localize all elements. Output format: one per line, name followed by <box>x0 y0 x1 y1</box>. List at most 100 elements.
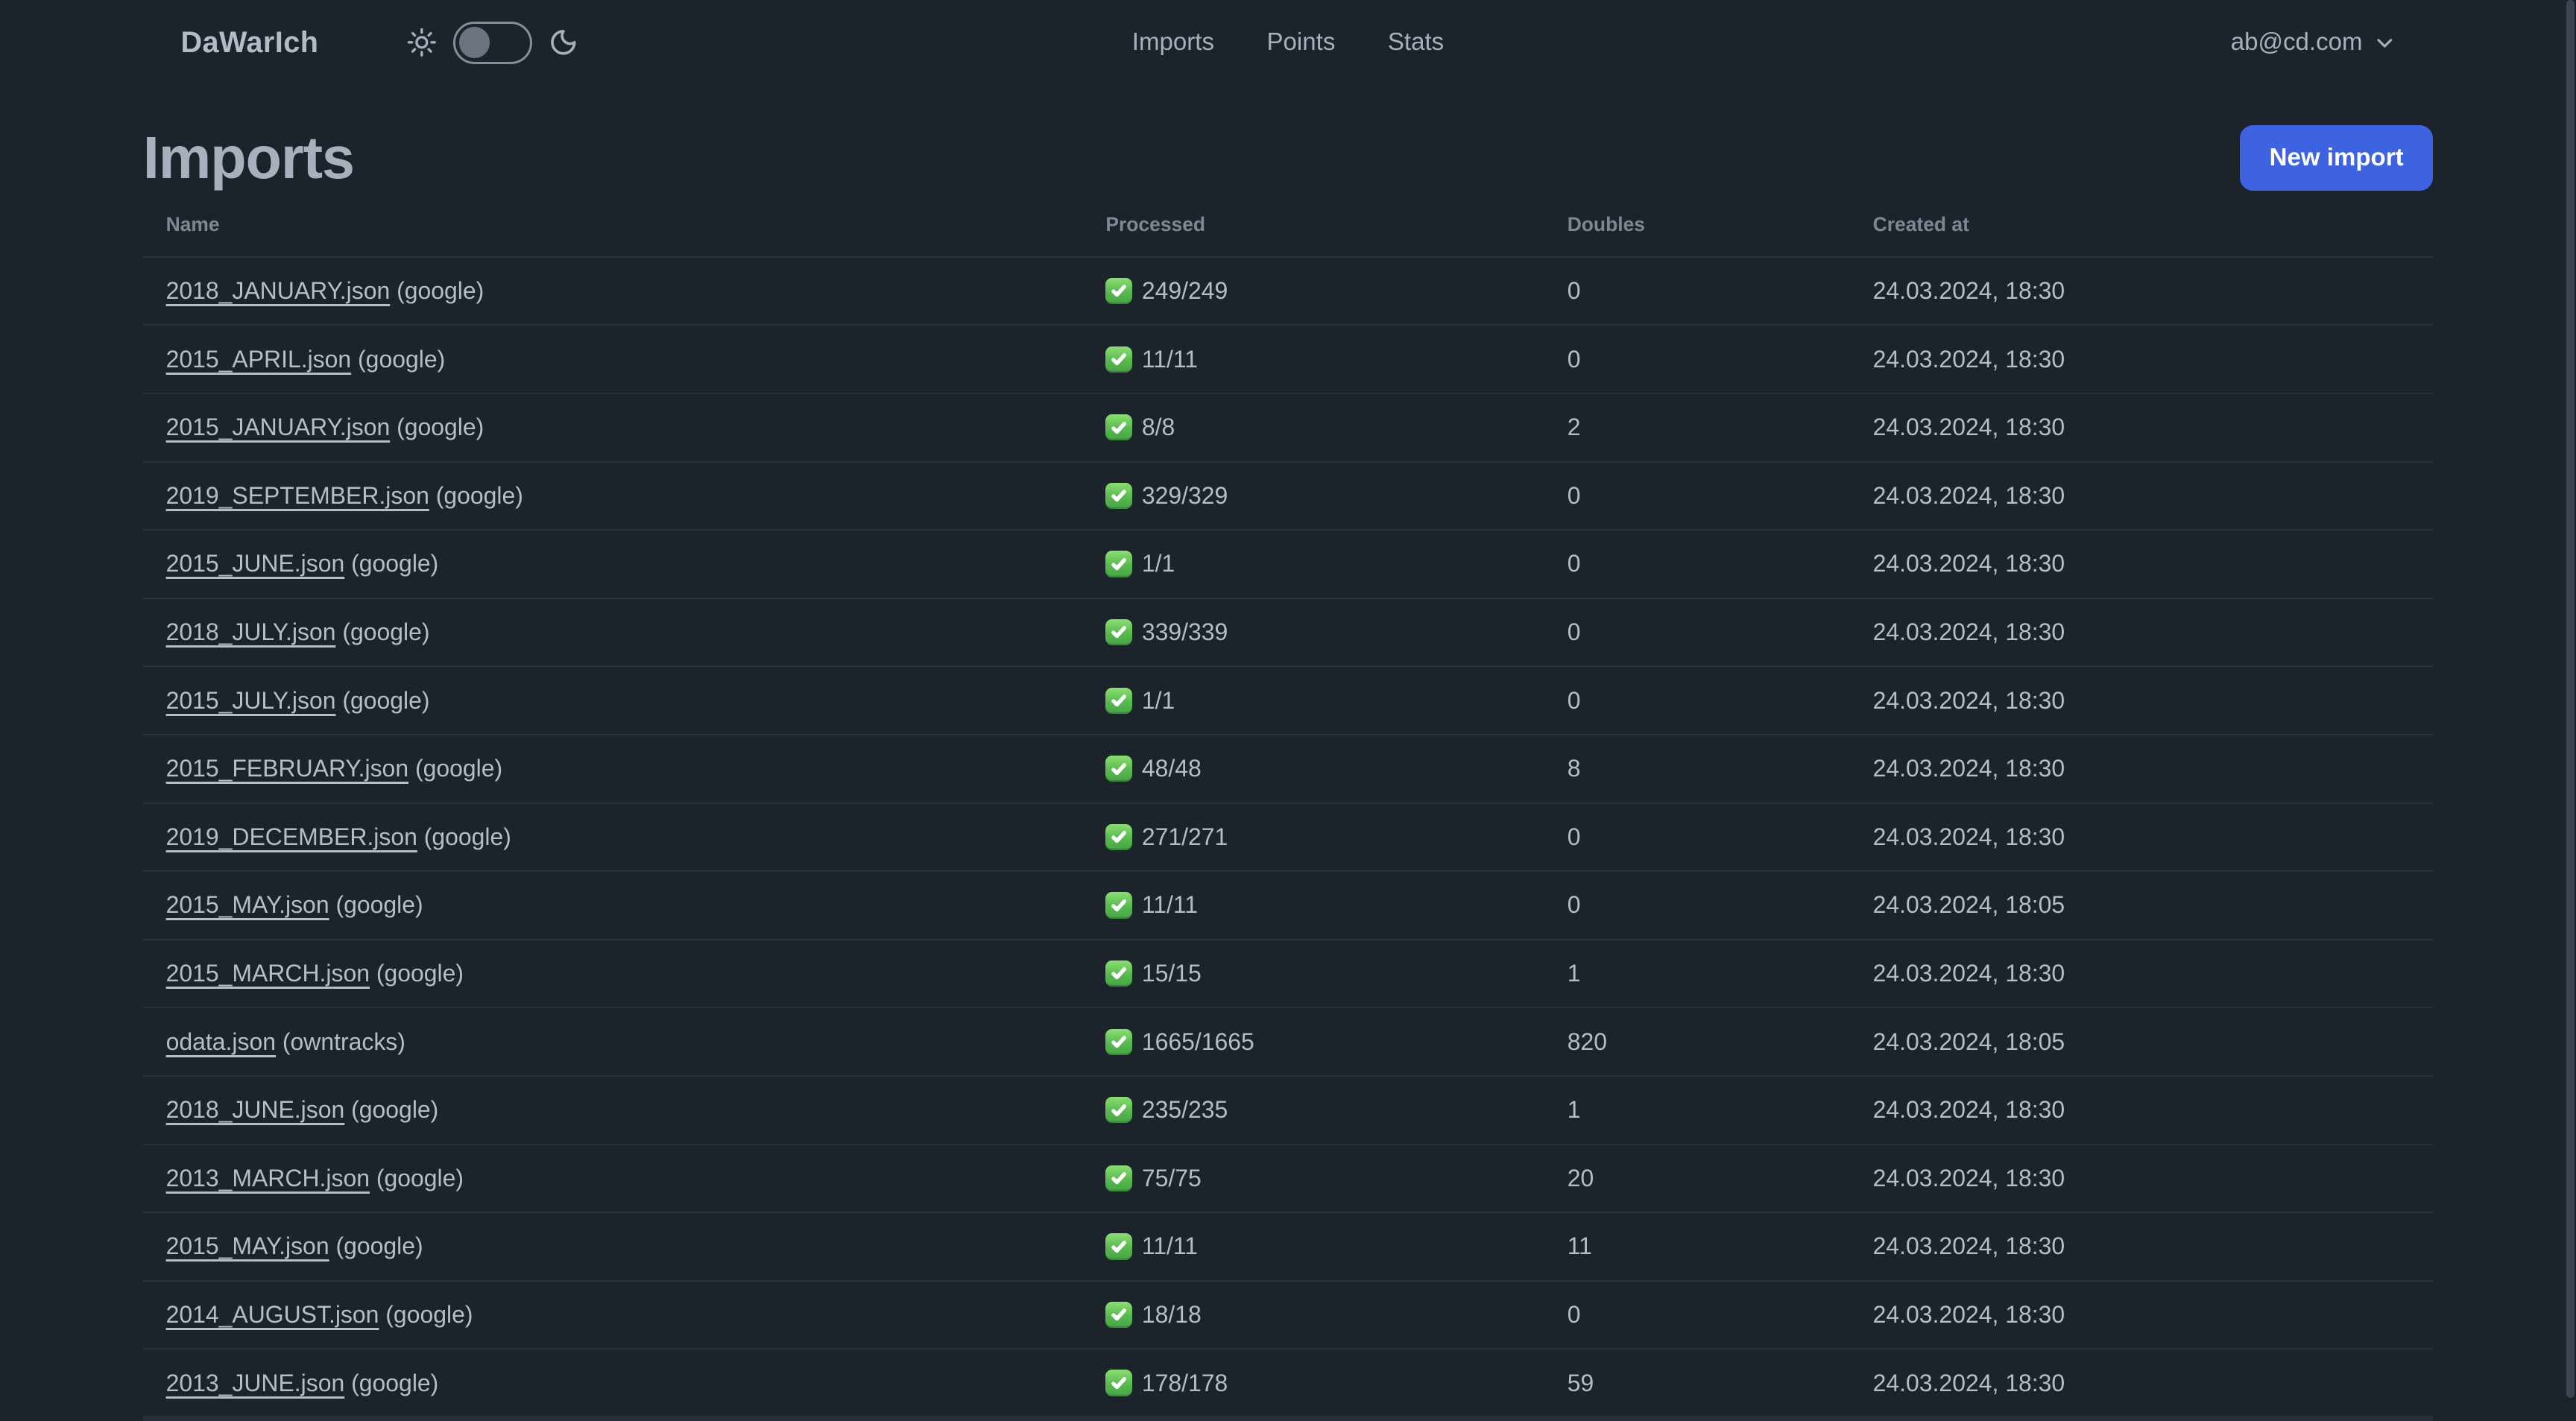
import-source: (google) <box>335 686 430 714</box>
import-file-link[interactable]: 2018_JANUARY.json <box>166 277 391 304</box>
doubles-count: 0 <box>1567 891 1581 919</box>
theme-toggle[interactable] <box>453 21 532 64</box>
doubles-count: 1 <box>1567 1096 1581 1124</box>
processed-count: 11/11 <box>1141 1232 1198 1260</box>
table-row: 2015_APRIL.json (google) 11/11 0 24.03.2… <box>142 326 2434 394</box>
scrollbar-thumb[interactable] <box>2566 0 2575 1398</box>
success-check-icon <box>1105 482 1132 510</box>
created-at: 24.03.2024, 18:30 <box>1872 1096 2065 1124</box>
created-at: 24.03.2024, 18:30 <box>1872 823 2065 850</box>
doubles-count: 0 <box>1567 481 1581 509</box>
import-file-link[interactable]: 2015_JUNE.json <box>166 550 345 577</box>
import-file-link[interactable]: 2015_MAY.json <box>166 1232 329 1259</box>
import-file-link[interactable]: 2018_JUNE.json <box>166 1096 345 1123</box>
doubles-count: 8 <box>1567 755 1581 782</box>
table-row: 2018_JANUARY.json (google) 249/249 0 24.… <box>142 258 2434 326</box>
table-row: 2015_JULY.json (google) 1/1 0 24.03.2024… <box>142 667 2434 735</box>
table-row: 2015_JANUARY.json (google) 8/8 2 24.03.2… <box>142 394 2434 463</box>
user-email: ab@cd.com <box>2230 28 2363 57</box>
created-at: 24.03.2024, 18:30 <box>1872 960 2065 987</box>
import-file-link[interactable]: 2015_FEBRUARY.json <box>166 755 409 782</box>
sun-icon <box>407 28 437 57</box>
import-file-link[interactable]: 2019_SEPTEMBER.json <box>166 482 429 509</box>
created-at: 24.03.2024, 18:30 <box>1872 686 2065 714</box>
table-body: 2018_JANUARY.json (google) 249/249 0 24.… <box>142 258 2434 1421</box>
table-row: 2013_MARCH.json (google) 75/75 20 24.03.… <box>142 1145 2434 1214</box>
column-header-created-at: Created at <box>1872 213 1969 236</box>
import-file-link[interactable]: 2019_DECEMBER.json <box>166 823 417 850</box>
doubles-count: 59 <box>1567 1369 1594 1396</box>
table-row: 2015_MARCH.json (google) 15/15 1 24.03.2… <box>142 940 2434 1009</box>
processed-count: 1/1 <box>1141 686 1175 714</box>
processed-count: 329/329 <box>1141 481 1228 509</box>
doubles-count: 820 <box>1567 1028 1607 1055</box>
imports-table: Name Processed Doubles Created at 2018_J… <box>142 194 2434 1421</box>
import-source: (owntracks) <box>275 1028 405 1055</box>
success-check-icon <box>1105 551 1132 577</box>
created-at: 24.03.2024, 18:30 <box>1872 345 2065 373</box>
success-check-icon <box>1105 277 1132 305</box>
moon-icon <box>549 28 578 57</box>
success-check-icon <box>1105 1028 1132 1055</box>
table-header-row: Name Processed Doubles Created at <box>142 194 2434 258</box>
import-file-link[interactable]: 2014_AUGUST.json <box>166 1301 379 1328</box>
processed-count: 11/11 <box>1141 345 1198 373</box>
processed-count: 18/18 <box>1141 1301 1202 1329</box>
table-row: odata.json (owntracks) 1665/1665 820 24.… <box>142 1008 2434 1077</box>
created-at: 24.03.2024, 18:30 <box>1872 550 2065 577</box>
import-file-link[interactable]: 2015_MAY.json <box>166 891 329 918</box>
import-source: (google) <box>379 1301 473 1329</box>
navbar: DaWarIch Imports Points Stats ab@cd.com <box>0 0 2576 86</box>
created-at: 24.03.2024, 18:05 <box>1872 1028 2065 1055</box>
processed-count: 75/75 <box>1141 1164 1202 1191</box>
processed-count: 178/178 <box>1141 1369 1228 1396</box>
processed-count: 271/271 <box>1141 823 1228 850</box>
theme-toggle-group <box>407 21 578 64</box>
chevron-down-icon <box>2374 32 2396 54</box>
nav-link-imports[interactable]: Imports <box>1132 28 1214 57</box>
import-source: (google) <box>335 618 430 646</box>
processed-count: 8/8 <box>1141 414 1175 441</box>
doubles-count: 0 <box>1567 686 1581 714</box>
import-file-link[interactable]: 2013_MARCH.json <box>166 1165 370 1191</box>
success-check-icon <box>1105 687 1132 714</box>
created-at: 24.03.2024, 18:30 <box>1872 277 2065 305</box>
main-content: Imports New import Name Processed Double… <box>0 121 2576 1420</box>
import-file-link[interactable]: 2013_JUNE.json <box>166 1370 345 1396</box>
nav-link-stats[interactable]: Stats <box>1388 28 1444 57</box>
user-menu[interactable]: ab@cd.com <box>2231 28 2396 57</box>
success-check-icon <box>1105 346 1132 373</box>
processed-count: 339/339 <box>1141 618 1228 646</box>
created-at: 24.03.2024, 18:30 <box>1872 481 2065 509</box>
table-row: 2018_JUNE.json (google) 235/235 1 24.03.… <box>142 1077 2434 1145</box>
import-file-link[interactable]: 2015_MARCH.json <box>166 960 370 987</box>
nav-link-points[interactable]: Points <box>1267 28 1336 57</box>
table-row: 2014_AUGUST.json (google) 18/18 0 24.03.… <box>142 1282 2434 1350</box>
created-at: 24.03.2024, 18:30 <box>1872 1369 2065 1396</box>
import-source: (google) <box>344 550 439 577</box>
import-file-link[interactable]: odata.json <box>166 1028 276 1055</box>
doubles-count: 0 <box>1567 618 1581 646</box>
import-file-link[interactable]: 2018_JULY.json <box>166 618 336 645</box>
doubles-count: 11 <box>1567 1232 1592 1260</box>
import-source: (google) <box>429 481 523 509</box>
table-row: 2018_JULY.json (google) 339/339 0 24.03.… <box>142 599 2434 668</box>
import-file-link[interactable]: 2015_JULY.json <box>166 687 336 714</box>
success-check-icon <box>1105 618 1132 646</box>
import-file-link[interactable]: 2015_APRIL.json <box>166 346 352 373</box>
import-source: (google) <box>344 1369 439 1396</box>
doubles-count: 0 <box>1567 823 1581 850</box>
new-import-button[interactable]: New import <box>2239 124 2434 191</box>
created-at: 24.03.2024, 18:30 <box>1872 414 2065 441</box>
doubles-count: 0 <box>1567 277 1581 305</box>
import-source: (google) <box>408 755 503 782</box>
created-at: 24.03.2024, 18:30 <box>1872 1232 2065 1260</box>
success-check-icon <box>1105 892 1132 919</box>
import-file-link[interactable]: 2015_JANUARY.json <box>166 414 391 440</box>
processed-count: 11/11 <box>1141 891 1198 919</box>
import-source: (google) <box>329 1232 423 1260</box>
theme-toggle-knob[interactable] <box>458 27 490 58</box>
app-logo[interactable]: DaWarIch <box>180 26 318 60</box>
table-row: 2019_DECEMBER.json (google) 271/271 0 24… <box>142 804 2434 873</box>
table-row: 2015_FEBRUARY.json (google) 48/48 8 24.0… <box>142 735 2434 804</box>
